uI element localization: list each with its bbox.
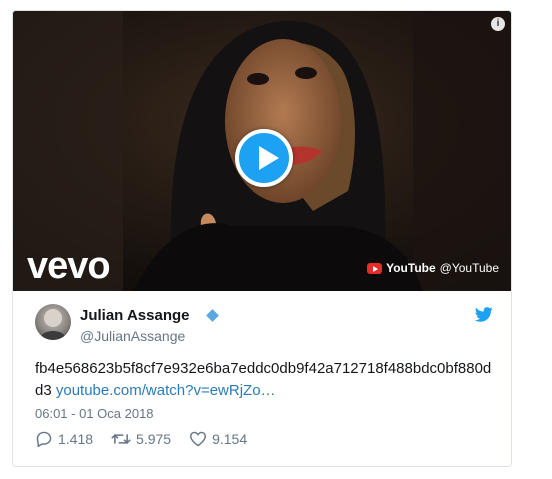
tweet-actions: 1.418 5.975 9.154 [35, 431, 265, 447]
video-preview[interactable]: i vevo YouTube @YouTube [13, 11, 511, 291]
youtube-handle: @YouTube [439, 261, 499, 275]
reply-action[interactable]: 1.418 [35, 431, 93, 447]
vevo-logo: vevo [27, 245, 111, 287]
display-name[interactable]: Julian Assange [80, 307, 189, 324]
youtube-source-label: YouTube [386, 261, 436, 275]
like-action[interactable]: 9.154 [189, 431, 247, 447]
youtube-icon [367, 262, 383, 274]
avatar[interactable] [35, 304, 71, 340]
youtube-attribution[interactable]: YouTube @YouTube [367, 261, 499, 275]
retweet-icon [111, 434, 131, 444]
retweet-action[interactable]: 5.975 [111, 431, 171, 447]
twitter-bird-icon[interactable] [475, 307, 493, 322]
info-icon[interactable]: i [491, 17, 505, 31]
reply-icon [36, 431, 52, 447]
user-handle[interactable]: @JulianAssange [80, 328, 185, 344]
tweet-link[interactable]: youtube.com/watch?v=ewRjZo… [56, 382, 276, 399]
embedded-tweet-card: i vevo YouTube @YouTube Julian Assange @… [12, 10, 512, 467]
reply-count: 1.418 [58, 431, 94, 447]
verified-icon [206, 309, 219, 322]
like-count: 9.154 [212, 431, 248, 447]
heart-icon [190, 431, 207, 447]
tweet-timestamp[interactable]: 06:01 - 01 Oca 2018 [35, 406, 154, 421]
retweet-count: 5.975 [136, 431, 172, 447]
avatar-image [39, 309, 67, 340]
play-icon[interactable] [235, 129, 293, 187]
tweet-text: fb4e568623b5f8cf7e932e6ba7eddc0db9f42a71… [35, 358, 495, 402]
